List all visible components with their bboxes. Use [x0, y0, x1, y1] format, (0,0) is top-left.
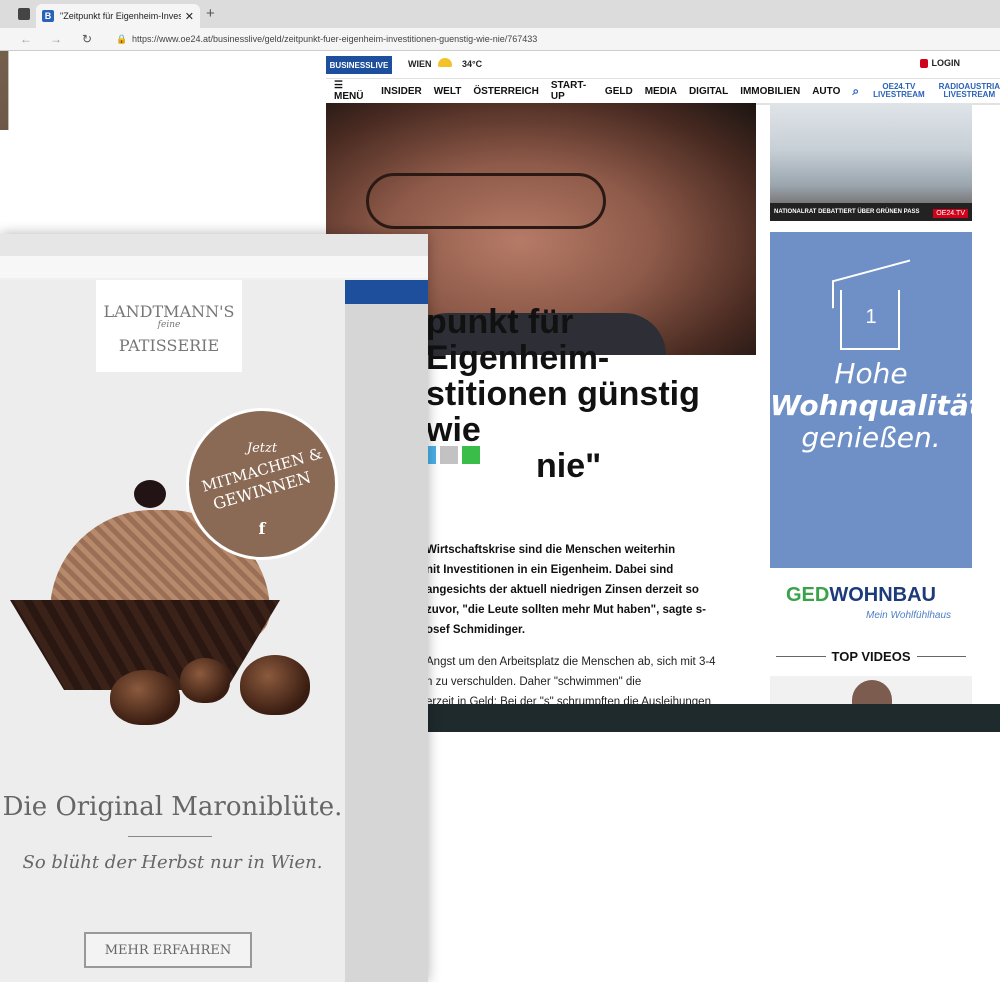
nav-oesterreich[interactable]: ÖSTERREICH: [473, 86, 539, 97]
nav-auto[interactable]: AUTO: [812, 86, 840, 97]
landtmann-ad[interactable]: LANDTMANN'S feine PATISSERIE Jetzt MITMA…: [0, 280, 345, 982]
divider: [776, 655, 826, 657]
radioaustria-livestream-link[interactable]: RADIOAUSTRIA LIVESTREAM: [939, 83, 1000, 99]
lead-line: angesichts der aktuell niedrigen Zinsen …: [426, 584, 699, 596]
top-videos-header: TOP VIDEOS: [770, 646, 972, 666]
overlay-top-strip: [0, 234, 428, 257]
ad-line: Hohe: [834, 357, 908, 390]
browser-tab-bar: B "Zeitpunkt für Eigenheim-Invest ✕ +: [0, 0, 1000, 28]
top-videos-title: TOP VIDEOS: [831, 648, 911, 664]
overlay-blue-block: [345, 280, 428, 304]
chestnut: [240, 655, 310, 715]
chestnut: [110, 670, 180, 725]
nav-digital[interactable]: DIGITAL: [689, 86, 728, 97]
site-topbar: BUSINESSLIVE WIEN 34°C LOGIN: [326, 52, 1000, 79]
tab-title: "Zeitpunkt für Eigenheim-Invest: [60, 11, 181, 21]
logo-line: feine: [157, 320, 181, 330]
nav-start-up[interactable]: START-UP: [551, 80, 593, 102]
ad-line: Wohnqualität: [770, 389, 983, 422]
contest-badge[interactable]: Jetzt MITMACHEN & GEWINNEN f: [186, 408, 338, 560]
pastry-berry: [134, 480, 166, 508]
article-lead: Wirtschaftskrise sind die Menschen weite…: [426, 540, 756, 640]
site-logo[interactable]: BUSINESSLIVE: [326, 56, 392, 74]
wohnbau-ad-text: Hohe Wohnqualität genießen.: [770, 357, 983, 454]
ls-label: LIVESTREAM: [943, 90, 996, 99]
login-link[interactable]: LOGIN: [919, 58, 961, 68]
divider: [128, 836, 212, 837]
nav-geld[interactable]: GELD: [605, 86, 633, 97]
oe24tv-livestream-link[interactable]: OE24.TV LIVESTREAM: [873, 83, 925, 99]
top-video-thumbnail[interactable]: [770, 676, 972, 704]
reload-icon[interactable]: ↻: [82, 32, 92, 46]
overlay-grey-column: [345, 304, 428, 982]
login-lock-icon: [919, 58, 928, 68]
ged-brand-2: WOHNBAU: [829, 584, 936, 606]
wohnbau-ad[interactable]: 1 Hohe Wohnqualität genießen.: [770, 232, 983, 568]
main-nav: ☰ MENÜ INSIDER WELT ÖSTERREICH START-UP …: [326, 79, 1000, 105]
nav-insider[interactable]: INSIDER: [381, 86, 422, 97]
share-buttons: [428, 446, 484, 464]
ged-wohnbau-logo[interactable]: GEDWOHNBAU: [786, 584, 936, 607]
back-icon[interactable]: ←: [20, 32, 32, 46]
url-text: https://www.oe24.at/businesslive/geld/ze…: [132, 34, 538, 44]
ls-label: LIVESTREAM: [873, 90, 925, 99]
ad-line: genießen.: [801, 421, 941, 454]
facebook-icon: f: [258, 519, 266, 538]
browser-tab[interactable]: B "Zeitpunkt für Eigenheim-Invest ✕: [36, 4, 200, 28]
sidebar-news-video[interactable]: NATIONALRAT DEBATTIERT ÜBER GRÜNEN PASS …: [770, 103, 972, 221]
lock-icon: 🔒: [116, 33, 128, 44]
ad-tagline: Die Original Maroniblüte.: [2, 792, 343, 822]
logo-line: LANDTMANN'S: [103, 302, 235, 321]
address-bar-row: ← → ↻ 🔒 https://www.oe24.at/businesslive…: [0, 28, 1000, 51]
lead-line: zuvor, "die Leute sollten mehr Mut haben…: [426, 604, 706, 616]
lead-line: osef Schmidinger.: [426, 624, 526, 636]
divider: [916, 655, 966, 657]
weather-temp: 34°C: [462, 59, 483, 69]
lead-line: Wirtschaftskrise sind die Menschen weite…: [426, 544, 676, 556]
hero-person-glasses: [366, 173, 606, 229]
nav-menu[interactable]: ☰ MENÜ: [334, 80, 369, 102]
share-twitter-icon[interactable]: [428, 446, 436, 464]
video-person: [852, 680, 892, 704]
headline-line: stitionen günstig wie: [426, 375, 700, 449]
overlay-second-strip: [0, 256, 428, 278]
news-ticker-text: NATIONALRAT DEBATTIERT ÜBER GRÜNEN PASS: [774, 209, 920, 215]
house-number: 1: [865, 306, 877, 328]
tab-actions-icon[interactable]: [18, 8, 30, 20]
ged-slogan: Mein Wohlfühlhaus: [866, 610, 952, 621]
new-tab-button[interactable]: +: [206, 5, 215, 22]
nav-immobilien[interactable]: IMMOBILIEN: [740, 86, 800, 97]
mehr-erfahren-button[interactable]: MEHR ERFAHREN: [84, 932, 252, 968]
weather-city: WIEN: [408, 59, 432, 69]
landtmann-logo: LANDTMANN'S feine PATISSERIE: [96, 280, 242, 372]
ad-subline: So blüht der Herbst nur in Wien.: [22, 852, 323, 873]
forward-icon[interactable]: →: [50, 32, 62, 46]
weather-sun-icon: [438, 58, 452, 67]
close-tab-icon[interactable]: ✕: [185, 10, 194, 23]
nav-welt[interactable]: WELT: [434, 86, 462, 97]
body-line: Angst um den Arbeitsplatz die Menschen a…: [426, 656, 716, 668]
body-line: n zu verschulden. Daher "schwimmen" die: [426, 676, 642, 688]
favicon-icon: B: [42, 10, 54, 22]
article-body: Angst um den Arbeitsplatz die Menschen a…: [426, 652, 756, 712]
nav-label: MENÜ: [334, 91, 364, 102]
lead-line: nit Investitionen in ein Eigenheim. Dabe…: [426, 564, 674, 576]
ad-overlay-window: ▷ LANDTMANN'S feine PATISSERIE Jetzt MIT…: [0, 234, 428, 982]
cookie-banner-bar: [428, 704, 1000, 732]
nav-media[interactable]: MEDIA: [645, 86, 677, 97]
logo-line: PATISSERIE: [118, 336, 220, 355]
headline-line: punkt für Eigenheim-: [426, 303, 610, 377]
share-email-icon[interactable]: [440, 446, 458, 464]
search-icon[interactable]: ⌕: [852, 84, 859, 99]
chestnut: [180, 658, 230, 703]
login-label: LOGIN: [931, 58, 961, 68]
address-bar[interactable]: 🔒 https://www.oe24.at/businesslive/geld/…: [116, 32, 976, 46]
oe24tv-badge: OE24.TV: [933, 209, 968, 218]
share-whatsapp-icon[interactable]: [462, 446, 480, 464]
ged-brand: GED: [786, 584, 830, 606]
